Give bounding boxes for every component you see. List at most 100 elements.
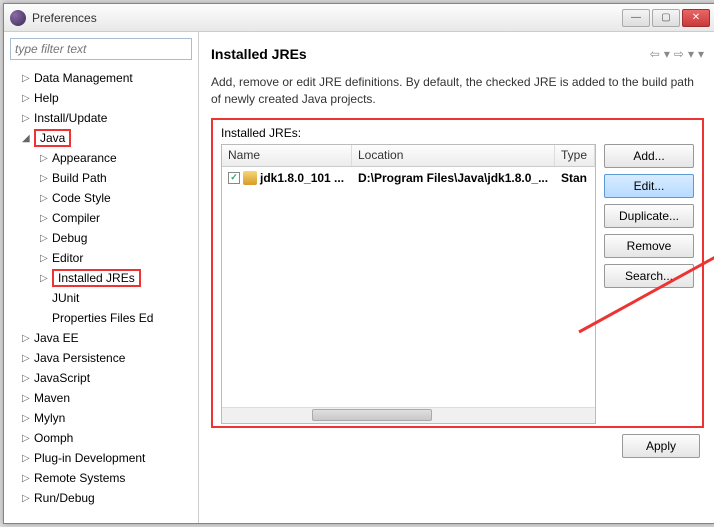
column-type[interactable]: Type [555,145,595,166]
column-name[interactable]: Name [222,145,352,166]
expand-icon[interactable]: ▷ [22,93,34,104]
expand-icon[interactable]: ▷ [40,233,52,244]
tree-item-label: Plug-in Development [34,451,145,465]
preferences-tree[interactable]: ▷Data Management▷Help▷Install/Update◢Jav… [4,66,198,523]
tree-item[interactable]: ▷Help [4,88,198,108]
column-location[interactable]: Location [352,145,555,166]
expand-icon[interactable]: ▷ [22,373,34,384]
tree-item[interactable]: ▷Oomph [4,428,198,448]
tree-item-label: Java [34,129,71,147]
tree-item[interactable]: ▷Java Persistence [4,348,198,368]
table-row[interactable]: ✓ jdk1.8.0_101 ... D:\Program Files\Java\j… [222,167,595,189]
maximize-button[interactable]: ▢ [652,9,680,27]
tree-item-label: Installed JREs [52,269,141,287]
expand-icon[interactable]: ▷ [22,73,34,84]
page-title: Installed JREs [211,46,650,62]
expand-icon[interactable]: ▷ [22,473,34,484]
jre-location: D:\Program Files\Java\jdk1.8.0_... [352,169,555,187]
tree-item[interactable]: JUnit [4,288,198,308]
expand-icon[interactable]: ▷ [40,193,52,204]
horizontal-scrollbar[interactable] [222,407,595,423]
expand-icon[interactable]: ▷ [40,273,52,284]
checkbox[interactable]: ✓ [228,172,240,184]
tree-item[interactable]: ▷Java EE [4,328,198,348]
view-menu-icon[interactable]: ▾ [698,47,704,61]
expand-icon[interactable]: ▷ [40,213,52,224]
tree-item[interactable]: ◢Java [4,128,198,148]
expand-icon[interactable]: ▷ [22,493,34,504]
add-button[interactable]: Add... [604,144,694,168]
tree-item-label: Java Persistence [34,351,125,365]
tree-item[interactable]: ▷Plug-in Development [4,448,198,468]
forward-menu-icon[interactable]: ▾ [688,47,694,61]
expand-icon[interactable]: ▷ [22,393,34,404]
duplicate-button[interactable]: Duplicate... [604,204,694,228]
forward-icon[interactable]: ⇨ [674,47,684,61]
sidebar: ▷Data Management▷Help▷Install/Update◢Jav… [4,32,199,523]
tree-item[interactable]: ▷Data Management [4,68,198,88]
jre-list-label: Installed JREs: [221,126,694,140]
expand-icon[interactable]: ▷ [22,413,34,424]
tree-item[interactable]: ▷JavaScript [4,368,198,388]
filter-input[interactable] [10,38,192,60]
tree-item-label: Code Style [52,191,111,205]
tree-item-label: Install/Update [34,111,107,125]
jre-name: jdk1.8.0_101 ... [260,171,344,185]
tree-item-label: JavaScript [34,371,90,385]
tree-item-label: JUnit [52,291,79,305]
back-menu-icon[interactable]: ▾ [664,47,670,61]
tree-item-label: Properties Files Ed [52,311,153,325]
tree-item-label: Build Path [52,171,107,185]
preferences-window: Preferences — ▢ ✕ ▷Data Management▷Help▷… [3,3,714,524]
expand-icon[interactable]: ▷ [22,333,34,344]
tree-item-label: Help [34,91,59,105]
edit-button[interactable]: Edit... [604,174,694,198]
tree-item-label: Maven [34,391,70,405]
jre-table[interactable]: Name Location Type ✓ jdk1.8.0_101 ... D:\P… [221,144,596,424]
titlebar[interactable]: Preferences — ▢ ✕ [4,4,714,32]
tree-item[interactable]: ▷Mylyn [4,408,198,428]
expand-icon[interactable]: ▷ [22,453,34,464]
tree-item[interactable]: ▷Install/Update [4,108,198,128]
tree-item[interactable]: Properties Files Ed [4,308,198,328]
tree-item[interactable]: ▷Maven [4,388,198,408]
jre-section: Installed JREs: Name Location Type ✓ jdk1… [211,118,704,428]
tree-item-label: Editor [52,251,83,265]
tree-item[interactable]: ▷Editor [4,248,198,268]
apply-button[interactable]: Apply [622,434,700,458]
expand-icon[interactable]: ▷ [40,173,52,184]
tree-item[interactable]: ▷Appearance [4,148,198,168]
tree-item-label: Appearance [52,151,117,165]
tree-item[interactable]: ▷Build Path [4,168,198,188]
tree-item[interactable]: ▷Remote Systems [4,468,198,488]
tree-item-label: Debug [52,231,87,245]
tree-item-label: Compiler [52,211,100,225]
window-title: Preferences [32,11,622,25]
expand-icon[interactable]: ▷ [40,253,52,264]
tree-item[interactable]: ▷Run/Debug [4,488,198,508]
tree-item[interactable]: ▷Compiler [4,208,198,228]
search-button[interactable]: Search... [604,264,694,288]
jre-type: Stan [555,169,595,187]
expand-icon[interactable]: ▷ [22,433,34,444]
tree-item-label: Mylyn [34,411,65,425]
remove-button[interactable]: Remove [604,234,694,258]
jre-icon [243,171,257,185]
content-panel: Installed JREs ⇦ ▾ ⇨ ▾ ▾ Add, remove or … [199,32,714,523]
close-button[interactable]: ✕ [682,9,710,27]
expand-icon[interactable]: ◢ [22,133,34,144]
page-description: Add, remove or edit JRE definitions. By … [211,74,704,108]
tree-item[interactable]: ▷Debug [4,228,198,248]
tree-item-label: Data Management [34,71,133,85]
tree-item-label: Java EE [34,331,79,345]
expand-icon[interactable]: ▷ [40,153,52,164]
tree-item[interactable]: ▷Code Style [4,188,198,208]
tree-item[interactable]: ▷Installed JREs [4,268,198,288]
eclipse-icon [10,10,26,26]
tree-item-label: Run/Debug [34,491,95,505]
back-icon[interactable]: ⇦ [650,47,660,61]
tree-item-label: Remote Systems [34,471,125,485]
expand-icon[interactable]: ▷ [22,113,34,124]
expand-icon[interactable]: ▷ [22,353,34,364]
minimize-button[interactable]: — [622,9,650,27]
